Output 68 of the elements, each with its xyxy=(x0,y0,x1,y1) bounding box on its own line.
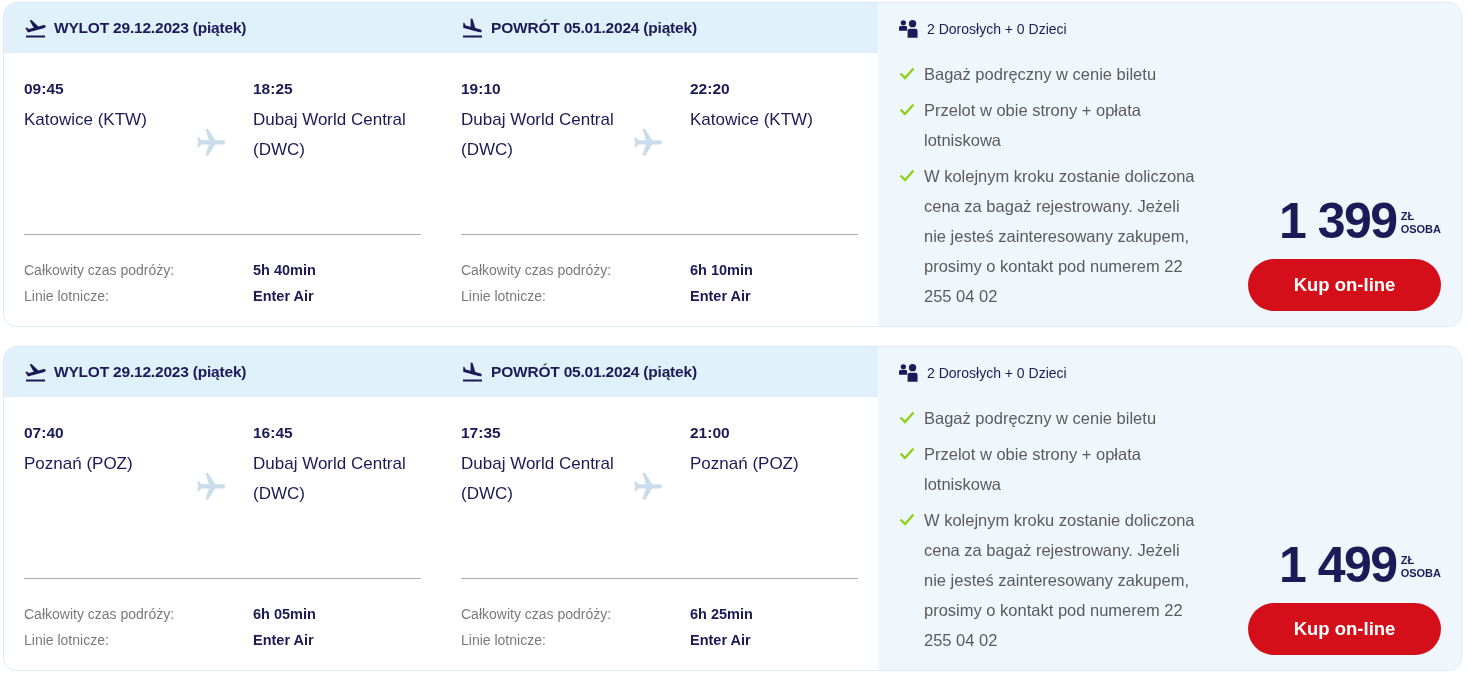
detail-label: Linie lotnicze: xyxy=(24,287,110,306)
people-icon xyxy=(899,19,920,38)
airport-name: Dubaj World Central (DWC) xyxy=(461,453,615,505)
landing-icon xyxy=(462,18,483,38)
currency-label: ZŁ xyxy=(1400,210,1416,223)
detail-label: Całkowity czas podróży: xyxy=(461,261,613,280)
departure-time: 17:35 xyxy=(461,423,502,443)
detail-value: Enter Air xyxy=(690,631,752,650)
arrival-time: 16:45 xyxy=(253,423,294,443)
flight-date-heading: WYLOT 29.12.2023 (piątek) xyxy=(54,19,247,37)
arrival-time: 22:20 xyxy=(690,79,731,99)
detail-value: 6h 10min xyxy=(690,261,754,280)
airport-name: Katowice (KTW) xyxy=(24,109,148,131)
check-icon xyxy=(899,67,915,80)
detail-label: Linie lotnicze: xyxy=(461,287,547,306)
price-amount: 1 499 xyxy=(1279,538,1397,592)
price-amount: 1 399 xyxy=(1279,194,1397,248)
check-icon xyxy=(899,103,915,116)
airport-name: Dubaj World Central (DWC) xyxy=(253,109,407,161)
people-icon xyxy=(899,363,920,382)
flight-date-heading: POWRÓT 05.01.2024 (piątek) xyxy=(491,19,697,37)
buy-online-button[interactable]: Kup on-line xyxy=(1248,259,1441,311)
airport-name: Dubaj World Central (DWC) xyxy=(253,453,407,505)
detail-value: 5h 40min xyxy=(253,261,317,280)
check-icon xyxy=(899,447,915,460)
airplane-icon xyxy=(197,129,225,157)
detail-value: Enter Air xyxy=(253,631,315,650)
arrival-time: 18:25 xyxy=(253,79,294,99)
check-icon xyxy=(899,513,915,526)
buy-online-button[interactable]: Kup on-line xyxy=(1248,603,1441,655)
detail-label: Linie lotnicze: xyxy=(461,631,547,650)
feature-text: Przelot w obie strony + opłata lotniskowa xyxy=(924,100,1142,151)
landing-icon xyxy=(462,362,483,382)
flight-date-heading: WYLOT 29.12.2023 (piątek) xyxy=(54,363,247,381)
takeoff-icon xyxy=(25,362,46,382)
airplane-icon xyxy=(634,473,662,501)
per-person-label: OSOBA xyxy=(1400,567,1441,580)
detail-value: 6h 05min xyxy=(253,605,317,624)
takeoff-icon xyxy=(25,18,46,38)
detail-label: Całkowity czas podróży: xyxy=(24,605,176,624)
detail-label: Linie lotnicze: xyxy=(24,631,110,650)
check-icon xyxy=(899,169,915,182)
departure-time: 19:10 xyxy=(461,79,502,99)
passenger-count: 2 Dorosłych + 0 Dzieci xyxy=(927,20,1067,37)
airplane-icon xyxy=(634,129,662,157)
check-icon xyxy=(899,411,915,424)
airport-name: Poznań (POZ) xyxy=(24,453,134,475)
detail-value: Enter Air xyxy=(253,287,315,306)
feature-text: W kolejnym kroku zostanie doliczona cena za bagaż rejestrowany. Jeżeli nie jesteś zainteresowany zakupem, prosimy o kontakt pod numerem 22 255 04 02 xyxy=(924,510,1196,651)
feature-text: W kolejnym kroku zostanie doliczona cena za bagaż rejestrowany. Jeżeli nie jesteś zainteresowany zakupem, prosimy o kontakt pod numerem 22 255 04 02 xyxy=(924,166,1196,307)
airport-name: Katowice (KTW) xyxy=(690,109,814,131)
departure-time: 07:40 xyxy=(24,423,65,443)
detail-value: Enter Air xyxy=(690,287,752,306)
arrival-time: 21:00 xyxy=(690,423,731,443)
airport-name: Poznań (POZ) xyxy=(690,453,800,475)
passenger-count: 2 Dorosłych + 0 Dzieci xyxy=(927,364,1067,381)
airport-name: Dubaj World Central (DWC) xyxy=(461,109,615,161)
feature-text: Przelot w obie strony + opłata lotniskowa xyxy=(924,444,1142,495)
airplane-icon xyxy=(197,473,225,501)
detail-label: Całkowity czas podróży: xyxy=(461,605,613,624)
per-person-label: OSOBA xyxy=(1400,223,1441,236)
departure-time: 09:45 xyxy=(24,79,65,99)
currency-label: ZŁ xyxy=(1400,554,1416,567)
feature-text: Bagaż podręczny w cenie biletu xyxy=(924,408,1158,429)
detail-value: 6h 25min xyxy=(690,605,754,624)
flight-date-heading: POWRÓT 05.01.2024 (piątek) xyxy=(491,363,697,381)
feature-text: Bagaż podręczny w cenie biletu xyxy=(924,64,1158,85)
detail-label: Całkowity czas podróży: xyxy=(24,261,176,280)
